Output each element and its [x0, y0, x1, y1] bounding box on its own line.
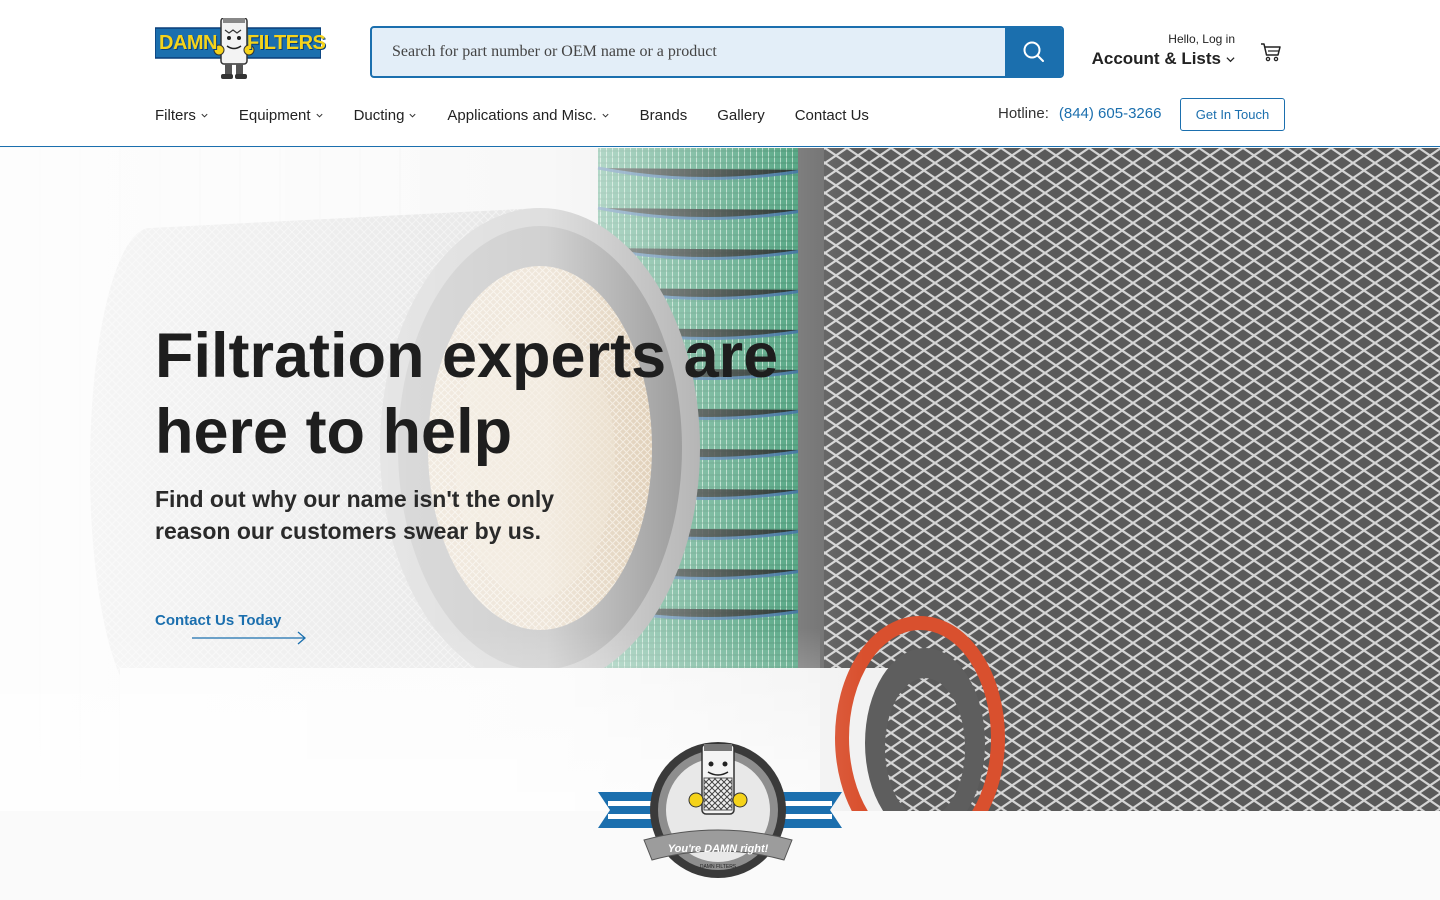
- nav-label: Contact Us: [794, 106, 869, 124]
- site-header: DAMN FILTERS Hello, Log in Account & Lis…: [0, 0, 1440, 147]
- chevron-down-icon: [602, 113, 609, 118]
- hotline: Hotline: (844) 605-3266: [998, 105, 1161, 122]
- chevron-down-icon: [201, 113, 208, 118]
- nav-label: Filters: [155, 106, 196, 124]
- badge-small-text: DAMN FILTERS: [700, 864, 737, 870]
- badge-ribbon-text: You're DAMN right!: [668, 843, 769, 855]
- nav-item-contact-us[interactable]: Contact Us: [795, 103, 869, 127]
- nav-label: Equipment: [238, 106, 311, 124]
- nav-item-gallery[interactable]: Gallery: [717, 103, 765, 127]
- chevron-down-icon: [409, 113, 416, 118]
- logo-text-filters: FILTERS: [247, 32, 326, 54]
- hero-subtitle: Find out why our name isn't the only rea…: [155, 486, 555, 544]
- nav-label: Applications and Misc.: [447, 106, 597, 124]
- hero-title: Filtration experts are here to help: [155, 321, 779, 467]
- nav-item-applications[interactable]: Applications and Misc.: [447, 103, 609, 127]
- main-nav: Filters Equipment Ducting Applications a…: [155, 103, 899, 127]
- logo-text-damn: DAMN: [159, 32, 218, 54]
- search-icon: [1023, 41, 1044, 62]
- nav-label: Brands: [639, 106, 688, 124]
- account-label: Account & Lists: [1091, 49, 1221, 68]
- cart-button[interactable]: [1259, 40, 1283, 64]
- arrow-right-icon[interactable]: [192, 630, 308, 646]
- nav-item-ducting[interactable]: Ducting: [354, 103, 418, 127]
- nav-item-brands[interactable]: Brands: [640, 103, 688, 127]
- chevron-down-icon: [1226, 56, 1235, 62]
- nav-item-filters[interactable]: Filters: [155, 103, 209, 127]
- site-logo[interactable]: DAMN FILTERS: [155, 18, 326, 82]
- quality-badge: You're DAMN right! DAMN FILTERS: [598, 740, 842, 882]
- nav-label: Gallery: [717, 106, 765, 124]
- search-bar: [370, 26, 1064, 78]
- nav-label: Ducting: [353, 106, 405, 124]
- get-in-touch-button[interactable]: Get In Touch: [1180, 98, 1285, 131]
- hero-background-image: [0, 148, 1440, 811]
- contact-us-today-link[interactable]: Contact Us Today: [155, 612, 281, 629]
- search-input[interactable]: [372, 28, 1005, 76]
- account-menu[interactable]: Hello, Log in Account & Lists: [1090, 32, 1235, 69]
- chevron-down-icon: [316, 113, 323, 118]
- search-button[interactable]: [1005, 28, 1062, 76]
- cart-icon: [1261, 43, 1281, 62]
- hotline-label: Hotline:: [998, 105, 1049, 122]
- hotline-phone-link[interactable]: (844) 605-3266: [1059, 105, 1162, 122]
- account-greeting: Hello, Log in: [1168, 32, 1235, 46]
- nav-item-equipment[interactable]: Equipment: [239, 103, 324, 127]
- hero-section: Filtration experts are here to help Find…: [0, 148, 1440, 811]
